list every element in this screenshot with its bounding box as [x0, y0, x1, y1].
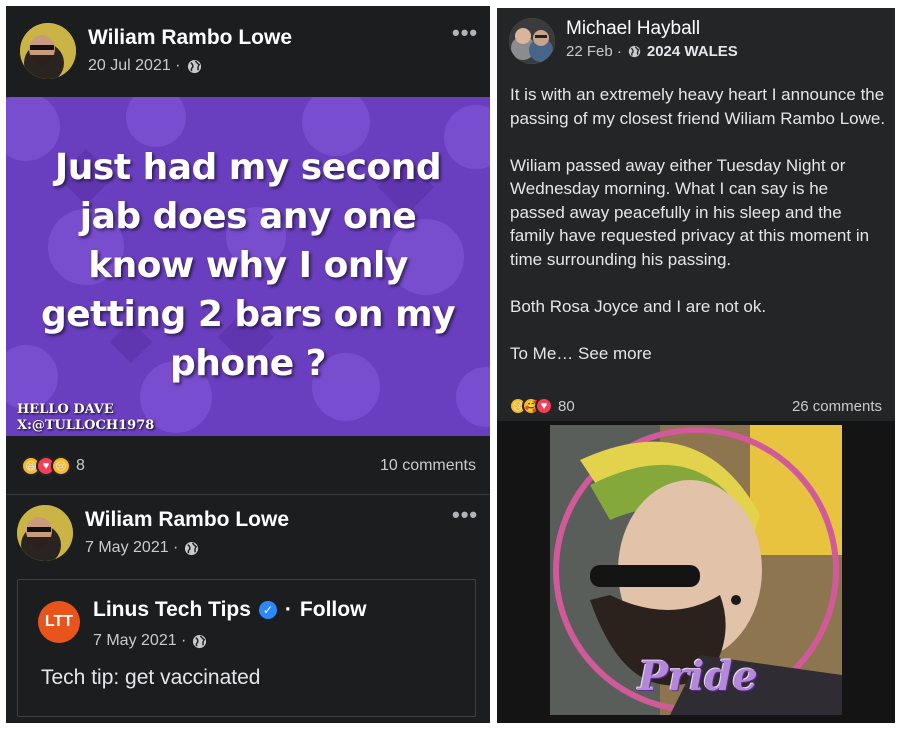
linus-tech-tips-logo[interactable]: LTT — [38, 601, 80, 643]
post-date[interactable]: 20 Jul 2021 · — [88, 57, 181, 75]
globe-icon — [193, 634, 207, 648]
meme-caption: Just had my second jab does any one know… — [40, 147, 456, 384]
post-location: 2024 WALES — [646, 43, 738, 60]
author-avatar[interactable] — [20, 23, 76, 79]
post-date[interactable]: 7 May 2021 · — [85, 539, 178, 557]
pride-overlay-text: Pride — [638, 653, 758, 700]
right-screenshot-panel: Michael Hayball 22 Feb · 2024 WALES It i… — [497, 8, 895, 723]
post-divider — [6, 494, 490, 495]
shared-page-name[interactable]: Linus Tech Tips — [93, 598, 251, 622]
post-paragraph: Both Rosa Joyce and I are not ok. — [510, 296, 767, 316]
reaction-icons[interactable]: 😢 🥰 ♥ — [509, 397, 553, 415]
reaction-icons[interactable]: 😆 ♥ 😢 — [21, 456, 71, 476]
follow-separator: · — [284, 598, 292, 621]
post-meta: 7 May 2021 · — [85, 539, 199, 557]
verified-badge-icon: ✓ — [258, 601, 277, 619]
comments-count[interactable]: 10 comments — [380, 457, 476, 475]
post-photo[interactable]: Pride — [550, 425, 842, 715]
reactions-bar: 😆 ♥ 😢 8 10 comments — [6, 451, 490, 481]
shared-post-text: Tech tip: get vaccinated — [41, 666, 261, 689]
shared-post-date[interactable]: 7 May 2021 · — [93, 632, 186, 650]
author-name[interactable]: Wiliam Rambo Lowe — [85, 508, 289, 532]
post-paragraph-truncated: To Me… See more — [510, 342, 886, 366]
post-body: It is with an extremely heavy heart I an… — [510, 83, 886, 365]
author-avatar[interactable] — [509, 18, 555, 64]
shared-post-meta: 7 May 2021 · — [93, 632, 207, 650]
left-screenshot-panel: Wiliam Rambo Lowe 20 Jul 2021 · ••• Just… — [6, 6, 490, 723]
love-icon: ♥ — [535, 397, 553, 415]
reactions-bar: 😢 🥰 ♥ 80 26 comments — [497, 391, 895, 421]
shared-page-header: Linus Tech Tips ✓ · Follow — [93, 598, 366, 622]
meme-credit-handle: X:@TULLOCH1978 — [17, 418, 155, 433]
reaction-count[interactable]: 80 — [558, 398, 575, 415]
globe-icon — [628, 45, 641, 58]
more-options-icon[interactable]: ••• — [452, 502, 478, 528]
post-meta: 22 Feb · 2024 WALES — [566, 43, 738, 60]
post-header: Wiliam Rambo Lowe 20 Jul 2021 · ••• — [6, 6, 490, 96]
see-more-link[interactable]: See more — [578, 344, 652, 363]
follow-button[interactable]: Follow — [300, 598, 367, 622]
author-name[interactable]: Wiliam Rambo Lowe — [88, 26, 292, 50]
meme-credit: HELLO DAVE X:@TULLOCH1978 — [17, 402, 154, 434]
shared-post-card[interactable]: LTT Linus Tech Tips ✓ · Follow 7 May 202… — [17, 579, 476, 717]
sad-icon: 😢 — [51, 456, 71, 476]
post-meta: 20 Jul 2021 · — [88, 57, 202, 75]
meme-credit-line: HELLO DAVE — [17, 402, 114, 417]
globe-icon — [187, 59, 201, 73]
truncated-text: To Me… — [510, 343, 574, 363]
globe-icon — [185, 541, 199, 555]
post-paragraph: It is with an extremely heavy heart I an… — [510, 85, 886, 128]
post-header: Wiliam Rambo Lowe 7 May 2021 · ••• — [6, 496, 490, 586]
reaction-count[interactable]: 8 — [76, 457, 85, 475]
more-options-icon[interactable]: ••• — [452, 20, 478, 46]
post-paragraph: Wiliam passed away either Tuesday Night … — [510, 155, 870, 269]
comments-count[interactable]: 26 comments — [792, 398, 882, 415]
author-name[interactable]: Michael Hayball — [566, 18, 700, 40]
meme-image[interactable]: Just had my second jab does any one know… — [6, 97, 490, 436]
author-avatar[interactable] — [17, 505, 73, 561]
post-date[interactable]: 22 Feb · — [566, 43, 622, 60]
